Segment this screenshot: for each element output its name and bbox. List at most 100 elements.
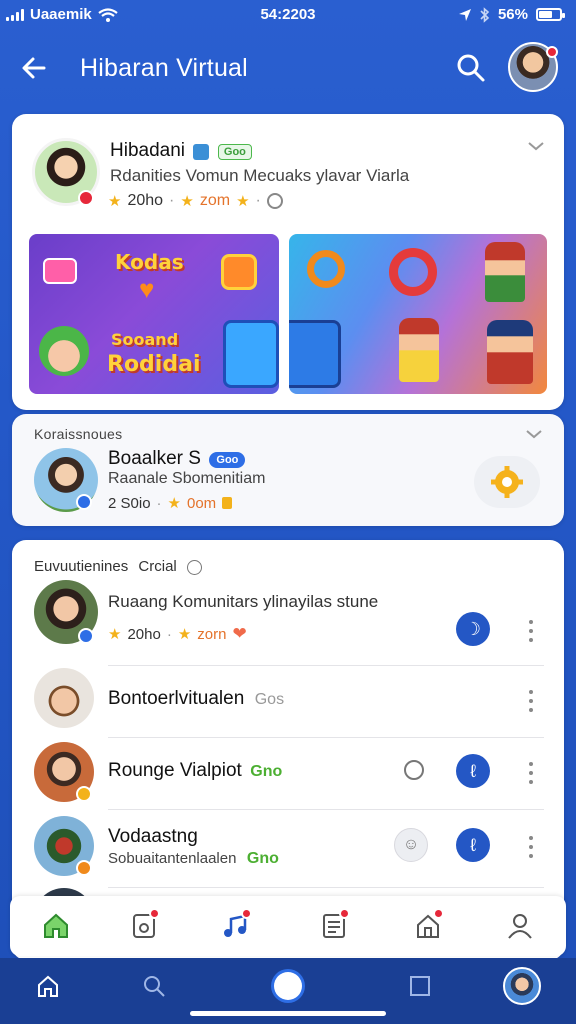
status-bar: Uaaemik 54:2203 56% (0, 0, 576, 30)
user-description: Raanale Sbomenitiam (108, 470, 266, 487)
sys-avatar-button[interactable] (502, 966, 542, 1006)
info-icon[interactable] (186, 559, 202, 575)
app-bar: Hibaran Virtual (0, 36, 576, 100)
gamepad-icon (43, 258, 77, 284)
item-tag: Gno (250, 763, 283, 780)
item-name: Ruaang Komunitars ylinayilas stune (108, 592, 379, 611)
lock-icon (222, 497, 233, 509)
notification-dot (149, 908, 160, 919)
more-options-button[interactable] (528, 762, 534, 784)
notification-dot (546, 46, 558, 58)
magnifier-icon (389, 248, 437, 296)
status-dot (76, 860, 92, 876)
list-item[interactable]: Vodaastng Sobuaitantenlaalen Gno ☺ ℓ (12, 810, 564, 888)
gift-icon (193, 143, 210, 160)
heart-icon: ❤ (232, 624, 247, 643)
promo-left-line1: Kodas (115, 250, 184, 274)
square-icon (410, 976, 430, 996)
user-pill: Goo (209, 451, 246, 468)
separator-dot: · (156, 494, 162, 512)
sys-center-button[interactable] (268, 966, 308, 1006)
battery-icon (536, 8, 565, 21)
item-stat1: 20ho (127, 625, 161, 643)
nav-music[interactable] (216, 906, 256, 946)
recommended-card[interactable]: Koraissnoues Boaalker S Goo Raanale Sbom… (12, 414, 564, 526)
section-heading: Koraissnoues (34, 426, 123, 442)
star-icon: ★ (177, 626, 192, 643)
follow-button[interactable]: ℓ (456, 754, 490, 788)
item-name: Bontoerlvitualen (108, 688, 245, 709)
nav-profile[interactable] (500, 906, 540, 946)
promo-left-line3: Rodidai (107, 352, 201, 377)
home-indicator[interactable] (190, 1011, 386, 1016)
page-title: Hibaran Virtual (80, 54, 248, 82)
separator-dot: · (255, 192, 261, 209)
notification-dot (433, 908, 444, 919)
item-name: Rounge Vialpiot (108, 760, 242, 781)
search-icon[interactable] (455, 52, 487, 84)
featured-description: Rdanities Vomun Mecuaks ylavar Viarla (110, 166, 410, 185)
separator-dot: · (169, 192, 175, 209)
gear-badge-icon[interactable] (474, 456, 540, 508)
status-dot (78, 190, 94, 206)
tablet-icon (223, 320, 279, 388)
react-button[interactable]: ☺ (394, 828, 428, 862)
featured-stat1: 20ho (127, 192, 164, 209)
promo-left-line2: Sooand (111, 330, 179, 349)
item-stat2: zorn (197, 625, 227, 643)
status-dot (78, 628, 94, 644)
more-options-button[interactable] (528, 836, 534, 858)
section-heading: Euvuutienines (34, 558, 129, 575)
list-item[interactable]: Ruaang Komunitars ylinayilas stune ★ 20h… (12, 580, 564, 666)
bottom-nav (10, 896, 566, 956)
more-options-button[interactable] (528, 620, 534, 642)
star-icon: ★ (167, 495, 181, 512)
sys-search-button[interactable] (134, 966, 174, 1006)
character-icon (39, 326, 89, 376)
item-sub: Sobuaitantenlaalen (108, 850, 237, 867)
person-icon (508, 914, 532, 939)
user-stat2: 0om (187, 494, 217, 512)
promo-banner-left[interactable]: Kodas ♥ Sooand Rodidai (29, 234, 279, 394)
chevron-down-icon[interactable] (526, 140, 546, 152)
home-icon (44, 913, 68, 938)
ring-icon (307, 250, 345, 288)
nav-house[interactable] (408, 906, 448, 946)
follow-button[interactable]: ℓ (456, 828, 490, 862)
chevron-down-icon[interactable] (524, 428, 544, 440)
list-item[interactable]: Bontoerlvitualen Gos (12, 666, 564, 738)
sys-home-button[interactable] (28, 966, 68, 1006)
user-name: Boaalker S (108, 448, 201, 469)
nav-news[interactable] (314, 906, 354, 946)
phone-icon (289, 320, 341, 388)
battery-percent: 56% (497, 6, 528, 23)
item-name: Vodaastng (108, 826, 198, 847)
featured-card[interactable]: Hibadani Goo Rdanities Vomun Mecuaks yla… (12, 114, 564, 410)
section-heading-tag: Crcial (138, 558, 177, 575)
clock-icon[interactable] (404, 760, 424, 780)
promo-banner-right[interactable] (289, 234, 547, 394)
item-tag: Gos (254, 691, 285, 708)
separator-dot: · (166, 625, 172, 643)
list-item[interactable]: Rounge Vialpiot Gno ℓ (12, 738, 564, 810)
sys-recents-button[interactable] (400, 966, 440, 1006)
character-icon (399, 318, 439, 382)
avatar (503, 967, 541, 1005)
back-arrow-icon[interactable] (18, 52, 50, 84)
star-icon: ★ (108, 193, 122, 210)
star-icon: ★ (180, 193, 194, 210)
featured-name: Hibadani (110, 140, 185, 161)
character-icon (485, 242, 525, 302)
bluetooth-icon (480, 6, 490, 23)
character-icon (487, 320, 533, 384)
join-button[interactable]: ☽ (456, 612, 490, 646)
nav-home[interactable] (36, 906, 76, 946)
heart-icon: ♥ (139, 274, 155, 304)
star-icon: ★ (236, 193, 250, 210)
profile-avatar[interactable] (508, 42, 558, 92)
more-options-button[interactable] (528, 690, 534, 712)
home-icon (38, 975, 58, 997)
camera-icon (221, 254, 257, 290)
nav-gifts[interactable] (124, 906, 164, 946)
featured-stat2: zom (199, 192, 231, 209)
